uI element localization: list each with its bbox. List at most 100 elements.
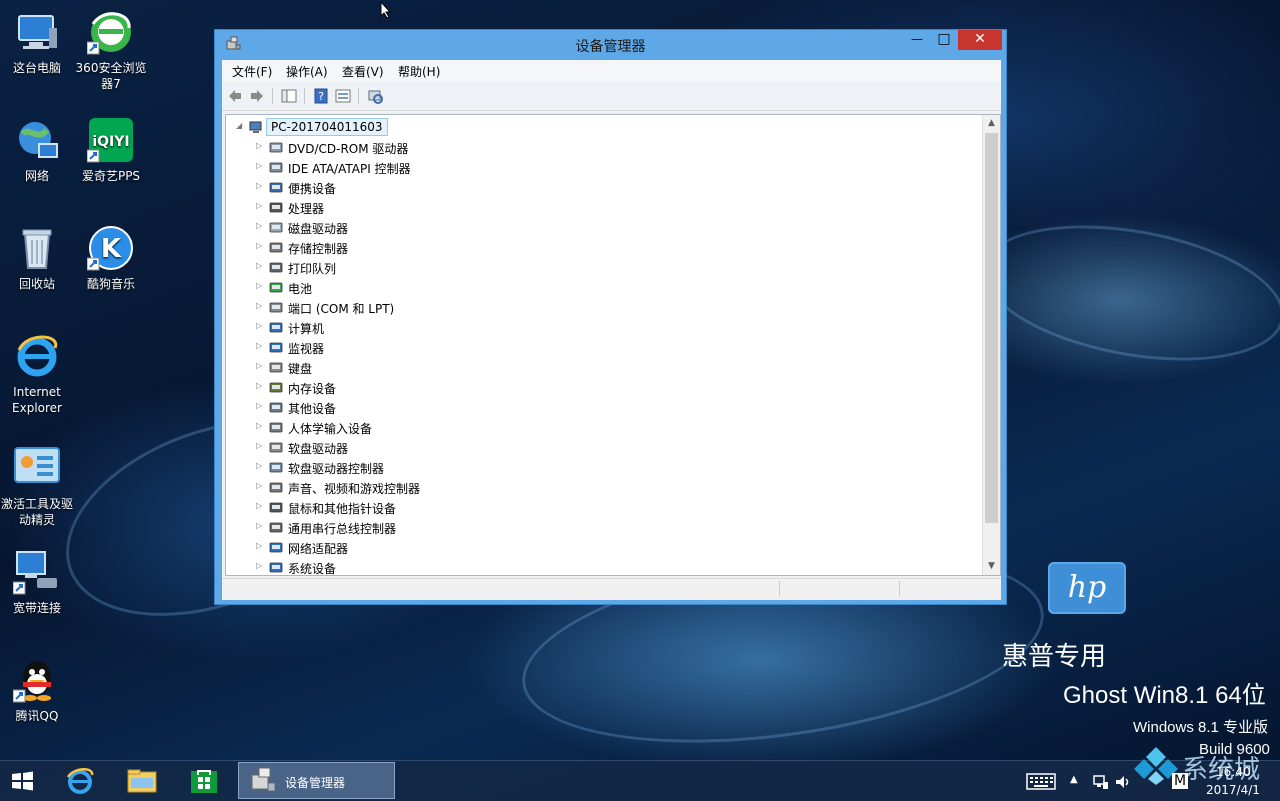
desktop-shortcut-label: 宽带连接 — [12, 601, 61, 615]
desktop-shortcut[interactable]: 腾讯QQ — [0, 656, 74, 724]
tree-category-row[interactable]: ▷ 内存设备 — [226, 377, 986, 397]
tree-category-row[interactable]: ▷ 存储控制器 — [226, 237, 986, 257]
network-status-icon[interactable] — [1092, 773, 1110, 791]
tree-category-label: 系统设备 — [288, 562, 337, 576]
scroll-thumb[interactable] — [985, 133, 998, 523]
desktop-shortcut[interactable]: 激活工具及驱动精灵 — [0, 444, 74, 528]
tree-category-row[interactable]: ▷ DVD/CD-ROM 驱动器 — [226, 137, 986, 157]
clock-date[interactable]: 2017/4/1 — [1206, 783, 1260, 797]
title-bar[interactable]: 设备管理器 — □ ✕ — [215, 30, 1006, 60]
expand-triangle-icon[interactable]: ▷ — [256, 541, 266, 551]
tree-category-row[interactable]: ▷ 软盘驱动器 — [226, 437, 986, 457]
tree-category-row[interactable]: ▷ 处理器 — [226, 197, 986, 217]
expand-triangle-icon[interactable]: ▷ — [256, 281, 266, 291]
expand-triangle-icon[interactable]: ▷ — [256, 141, 266, 151]
tree-category-row[interactable]: ▷ 网络适配器 — [226, 537, 986, 557]
svg-text:iQIYI: iQIYI — [92, 134, 129, 150]
taskbar-item-device-manager[interactable]: 设备管理器 — [238, 762, 395, 799]
keyboard-icon[interactable] — [1026, 772, 1056, 792]
tree-category-row[interactable]: ▷ 声音、视频和游戏控制器 — [226, 477, 986, 497]
desktop-shortcut[interactable]: 回收站 — [0, 224, 74, 292]
desktop-shortcut[interactable]: 网络 — [0, 116, 74, 184]
tree-category-label: 监视器 — [288, 342, 325, 356]
expand-triangle-icon[interactable]: ▷ — [256, 221, 266, 231]
help-icon[interactable]: ? — [312, 87, 330, 105]
file-explorer-icon[interactable] — [122, 765, 162, 797]
expand-triangle-icon[interactable]: ▷ — [256, 161, 266, 171]
desktop-shortcut-label: 回收站 — [18, 277, 55, 291]
maximize-button[interactable]: □ — [930, 30, 958, 50]
brand-line-2: Ghost Win8.1 64位 — [1063, 682, 1266, 709]
tree-category-row[interactable]: ▷ 打印队列 — [226, 257, 986, 277]
back-arrow-icon[interactable] — [226, 87, 244, 105]
tree-category-row[interactable]: ▷ 电池 — [226, 277, 986, 297]
expand-triangle-icon[interactable]: ▷ — [256, 341, 266, 351]
tree-category-row[interactable]: ▷ 人体学输入设备 — [226, 417, 986, 437]
ime-indicator[interactable]: M — [1172, 773, 1189, 789]
device-category-icon — [269, 462, 283, 473]
vertical-scrollbar[interactable]: ▲ ▼ — [982, 115, 1000, 575]
brand-line-1: 惠普专用 — [1002, 641, 1107, 671]
expand-triangle-icon[interactable]: ▷ — [256, 381, 266, 391]
desktop-shortcut[interactable]: 宽带连接 — [0, 548, 74, 616]
expand-triangle-icon[interactable]: ▷ — [256, 421, 266, 431]
tree-category-row[interactable]: ▷ 其他设备 — [226, 397, 986, 417]
expand-triangle-icon[interactable]: ▷ — [256, 241, 266, 251]
expand-triangle-icon[interactable]: ▷ — [256, 561, 266, 571]
clock-time[interactable]: 16:40 — [1216, 765, 1251, 779]
desktop-shortcut[interactable]: Internet Explorer — [0, 332, 74, 416]
expand-triangle-icon[interactable]: ▷ — [256, 261, 266, 271]
show-hidden-icons-chevron-icon[interactable]: ▲ — [1070, 774, 1078, 785]
expand-triangle-icon[interactable]: ▷ — [256, 401, 266, 411]
tree-category-row[interactable]: ▷ 端口 (COM 和 LPT) — [226, 297, 986, 317]
tree-category-row[interactable]: ▷ 磁盘驱动器 — [226, 217, 986, 237]
scan-hardware-icon[interactable] — [366, 87, 384, 105]
expand-triangle-icon[interactable]: ▷ — [256, 501, 266, 511]
device-category-icon — [269, 482, 283, 493]
ie-taskbar-icon[interactable] — [60, 765, 100, 797]
expand-triangle-icon[interactable]: ▷ — [256, 521, 266, 531]
start-button-windows-icon[interactable] — [2, 765, 42, 797]
tree-category-label: 便携设备 — [288, 182, 337, 196]
show-hide-tree-icon[interactable] — [280, 87, 298, 105]
scroll-up-button[interactable]: ▲ — [983, 115, 1000, 132]
menu-action[interactable]: 操作(A) — [286, 63, 328, 80]
tree-category-row[interactable]: ▷ 键盘 — [226, 357, 986, 377]
close-button[interactable]: ✕ — [958, 30, 1002, 50]
expand-triangle-icon[interactable]: ▷ — [256, 301, 266, 311]
menu-help[interactable]: 帮助(H) — [398, 63, 440, 80]
tree-category-row[interactable]: ▷ 便携设备 — [226, 177, 986, 197]
device-manager-window: 设备管理器 — □ ✕ 文件(F) 操作(A) 查看(V) 帮助(H) ? ◢ P… — [214, 29, 1007, 605]
collapse-triangle-icon[interactable]: ◢ — [236, 121, 246, 131]
tree-root-computer[interactable]: ◢ PC-201704011603 — [226, 117, 986, 137]
tree-category-row[interactable]: ▷ 鼠标和其他指针设备 — [226, 497, 986, 517]
device-category-icon — [269, 502, 283, 513]
store-icon[interactable] — [184, 765, 224, 797]
minimize-button[interactable]: — — [903, 30, 931, 50]
tree-category-row[interactable]: ▷ 通用串行总线控制器 — [226, 517, 986, 537]
expand-triangle-icon[interactable]: ▷ — [256, 481, 266, 491]
menu-view[interactable]: 查看(V) — [342, 63, 384, 80]
expand-triangle-icon[interactable]: ▷ — [256, 441, 266, 451]
expand-triangle-icon[interactable]: ▷ — [256, 461, 266, 471]
expand-triangle-icon[interactable]: ▷ — [256, 321, 266, 331]
tree-category-label: 键盘 — [288, 362, 313, 376]
desktop-shortcut[interactable]: 360安全浏览器7 — [74, 8, 148, 92]
desktop-shortcut[interactable]: iQIYI 爱奇艺PPS — [74, 116, 148, 184]
desktop-shortcut[interactable]: K 酷狗音乐 — [74, 224, 148, 292]
desktop-shortcut-label: 爱奇艺PPS — [81, 169, 141, 183]
forward-arrow-icon[interactable] — [248, 87, 266, 105]
scroll-down-button[interactable]: ▼ — [983, 558, 1000, 575]
properties-icon[interactable] — [334, 87, 352, 105]
expand-triangle-icon[interactable]: ▷ — [256, 361, 266, 371]
expand-triangle-icon[interactable]: ▷ — [256, 201, 266, 211]
tree-category-row[interactable]: ▷ IDE ATA/ATAPI 控制器 — [226, 157, 986, 177]
menu-file[interactable]: 文件(F) — [232, 63, 272, 80]
tree-category-label: 人体学输入设备 — [288, 422, 373, 436]
tree-category-row[interactable]: ▷ 软盘驱动器控制器 — [226, 457, 986, 477]
desktop-shortcut[interactable]: 这台电脑 — [0, 8, 74, 76]
tree-category-row[interactable]: ▷ 监视器 — [226, 337, 986, 357]
expand-triangle-icon[interactable]: ▷ — [256, 181, 266, 191]
tree-category-row[interactable]: ▷ 系统设备 — [226, 557, 986, 576]
tree-category-row[interactable]: ▷ 计算机 — [226, 317, 986, 337]
